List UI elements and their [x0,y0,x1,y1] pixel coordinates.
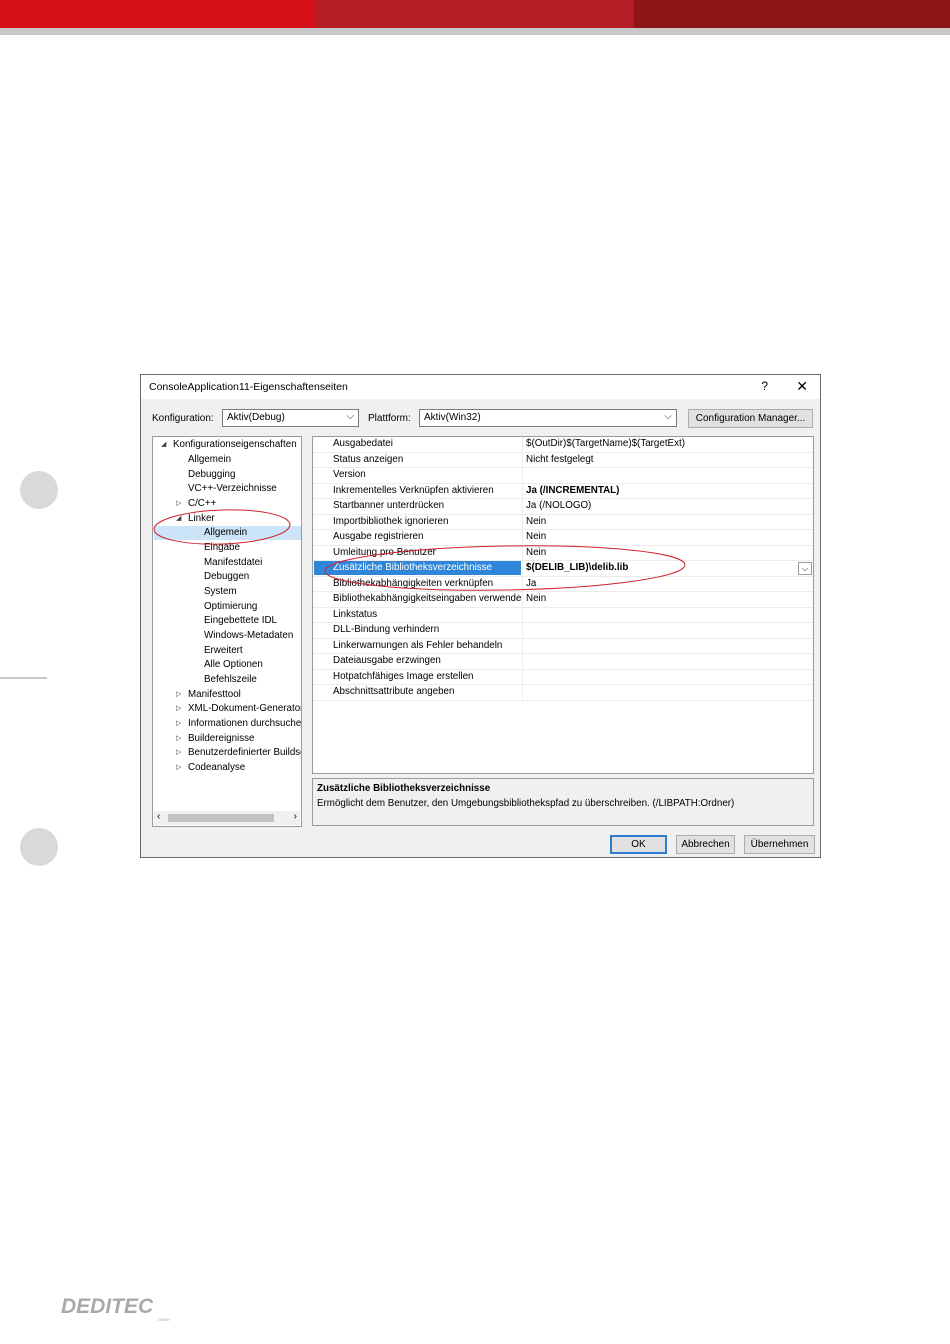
logo-subtext: GMBH [158,1317,170,1322]
deditec-logo: DEDITEC GMBH [61,1295,170,1322]
annotation-ellipse-property [324,545,686,591]
annotation-overlay [153,509,686,591]
logo-text: DEDITEC [61,1295,154,1318]
annotation-ellipse-tree [153,509,291,545]
